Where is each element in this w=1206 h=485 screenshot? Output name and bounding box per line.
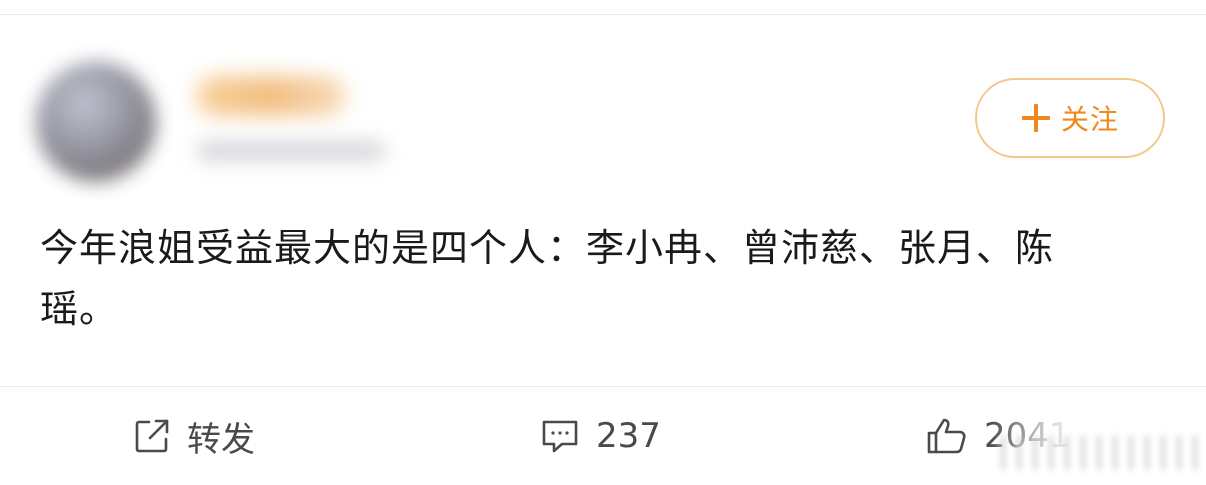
post-text: 今年浪姐受益最大的是四个人：李小冉、曾沛慈、张月、陈瑶。 [40, 226, 1055, 331]
comment-button[interactable]: 237 [540, 387, 661, 485]
action-bar: 转发 237 2041 [0, 387, 1206, 485]
like-count: 2041 [984, 416, 1071, 456]
top-divider [0, 14, 1206, 15]
follow-button[interactable]: 关注 [975, 78, 1165, 158]
post-header: 关注 [0, 40, 1206, 210]
avatar[interactable] [36, 62, 156, 182]
username-blurred[interactable] [196, 76, 346, 116]
post-meta-blurred [196, 140, 386, 162]
follow-label: 关注 [1060, 103, 1119, 136]
thumbs-up-icon [926, 416, 968, 456]
repost-label: 转发 [187, 419, 255, 460]
share-icon [133, 417, 171, 455]
plus-icon [1021, 103, 1051, 133]
comment-icon [540, 417, 580, 455]
comment-count: 237 [596, 416, 661, 456]
repost-button[interactable]: 转发 [133, 387, 255, 485]
like-button[interactable]: 2041 [926, 387, 1071, 485]
